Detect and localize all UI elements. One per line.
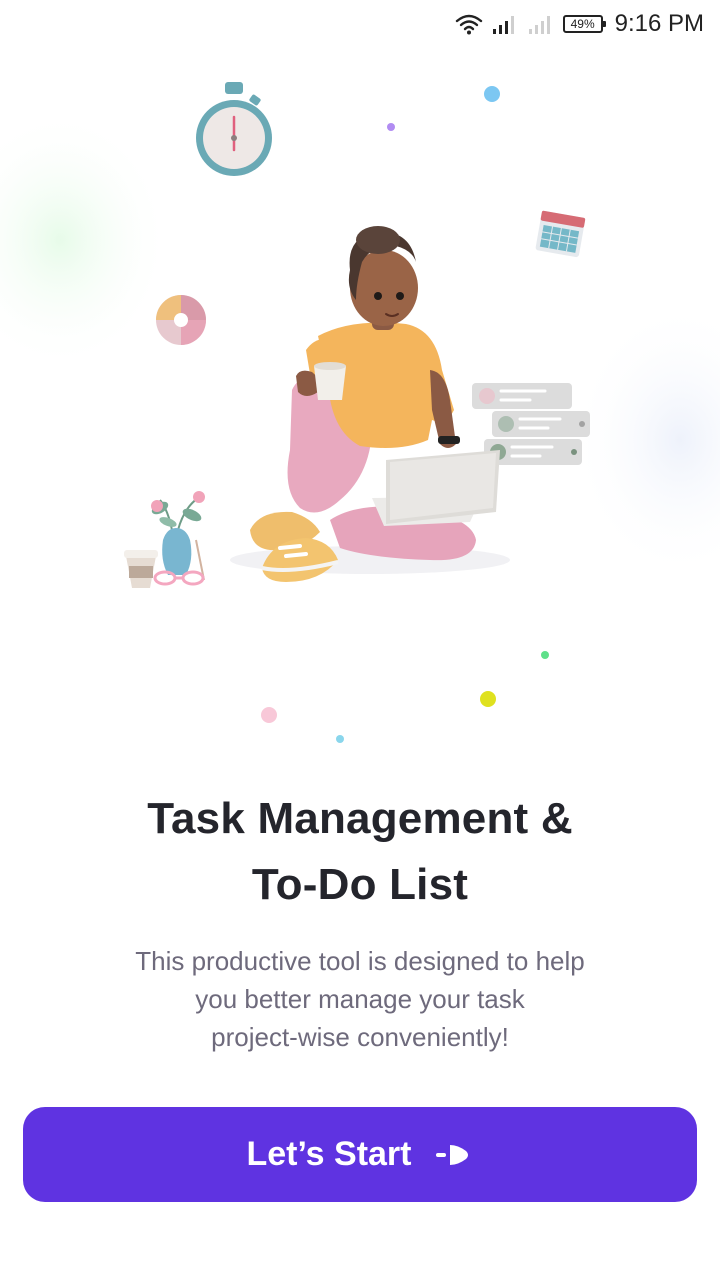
confetti-dot bbox=[336, 735, 344, 743]
start-button-label: Let’s Start bbox=[246, 1135, 412, 1173]
arrow-right-icon bbox=[435, 1144, 468, 1165]
battery-icon: 49% bbox=[562, 15, 606, 33]
confetti-dot bbox=[387, 123, 395, 131]
person-illustration bbox=[230, 226, 510, 582]
confetti-dot bbox=[480, 691, 496, 707]
background-glow bbox=[0, 110, 170, 370]
confetti-dot bbox=[261, 707, 277, 723]
title-line: Task Management & bbox=[147, 794, 573, 843]
description-line: project-wise conveniently! bbox=[211, 1022, 509, 1052]
battery-level: 49% bbox=[570, 17, 595, 31]
description-line: This productive tool is designed to help bbox=[135, 946, 585, 976]
title-line: To-Do List bbox=[251, 860, 469, 909]
signal-icon bbox=[492, 16, 514, 34]
page-title: Task Management & To-Do List bbox=[40, 786, 680, 918]
status-time: 9:16 PM bbox=[614, 10, 704, 37]
description-line: you better manage your task bbox=[195, 984, 525, 1014]
calendar-icon bbox=[535, 210, 586, 258]
status-bar: 49% 9:16 PM bbox=[0, 0, 720, 48]
status-icons: 49% 9:16 PM bbox=[455, 8, 704, 40]
hero-illustration bbox=[0, 82, 720, 743]
wifi-icon bbox=[455, 14, 482, 35]
background-glow bbox=[570, 300, 720, 580]
plant-vase-icon bbox=[124, 491, 205, 588]
page-description: This productive tool is designed to help… bbox=[80, 942, 640, 1056]
stopwatch-icon bbox=[196, 82, 272, 176]
confetti-dot bbox=[541, 651, 549, 659]
confetti-dot bbox=[484, 86, 500, 102]
donut-chart-icon bbox=[156, 295, 206, 345]
lets-start-button[interactable]: Let’s Start bbox=[23, 1107, 697, 1202]
signal-icon-secondary bbox=[528, 16, 550, 34]
